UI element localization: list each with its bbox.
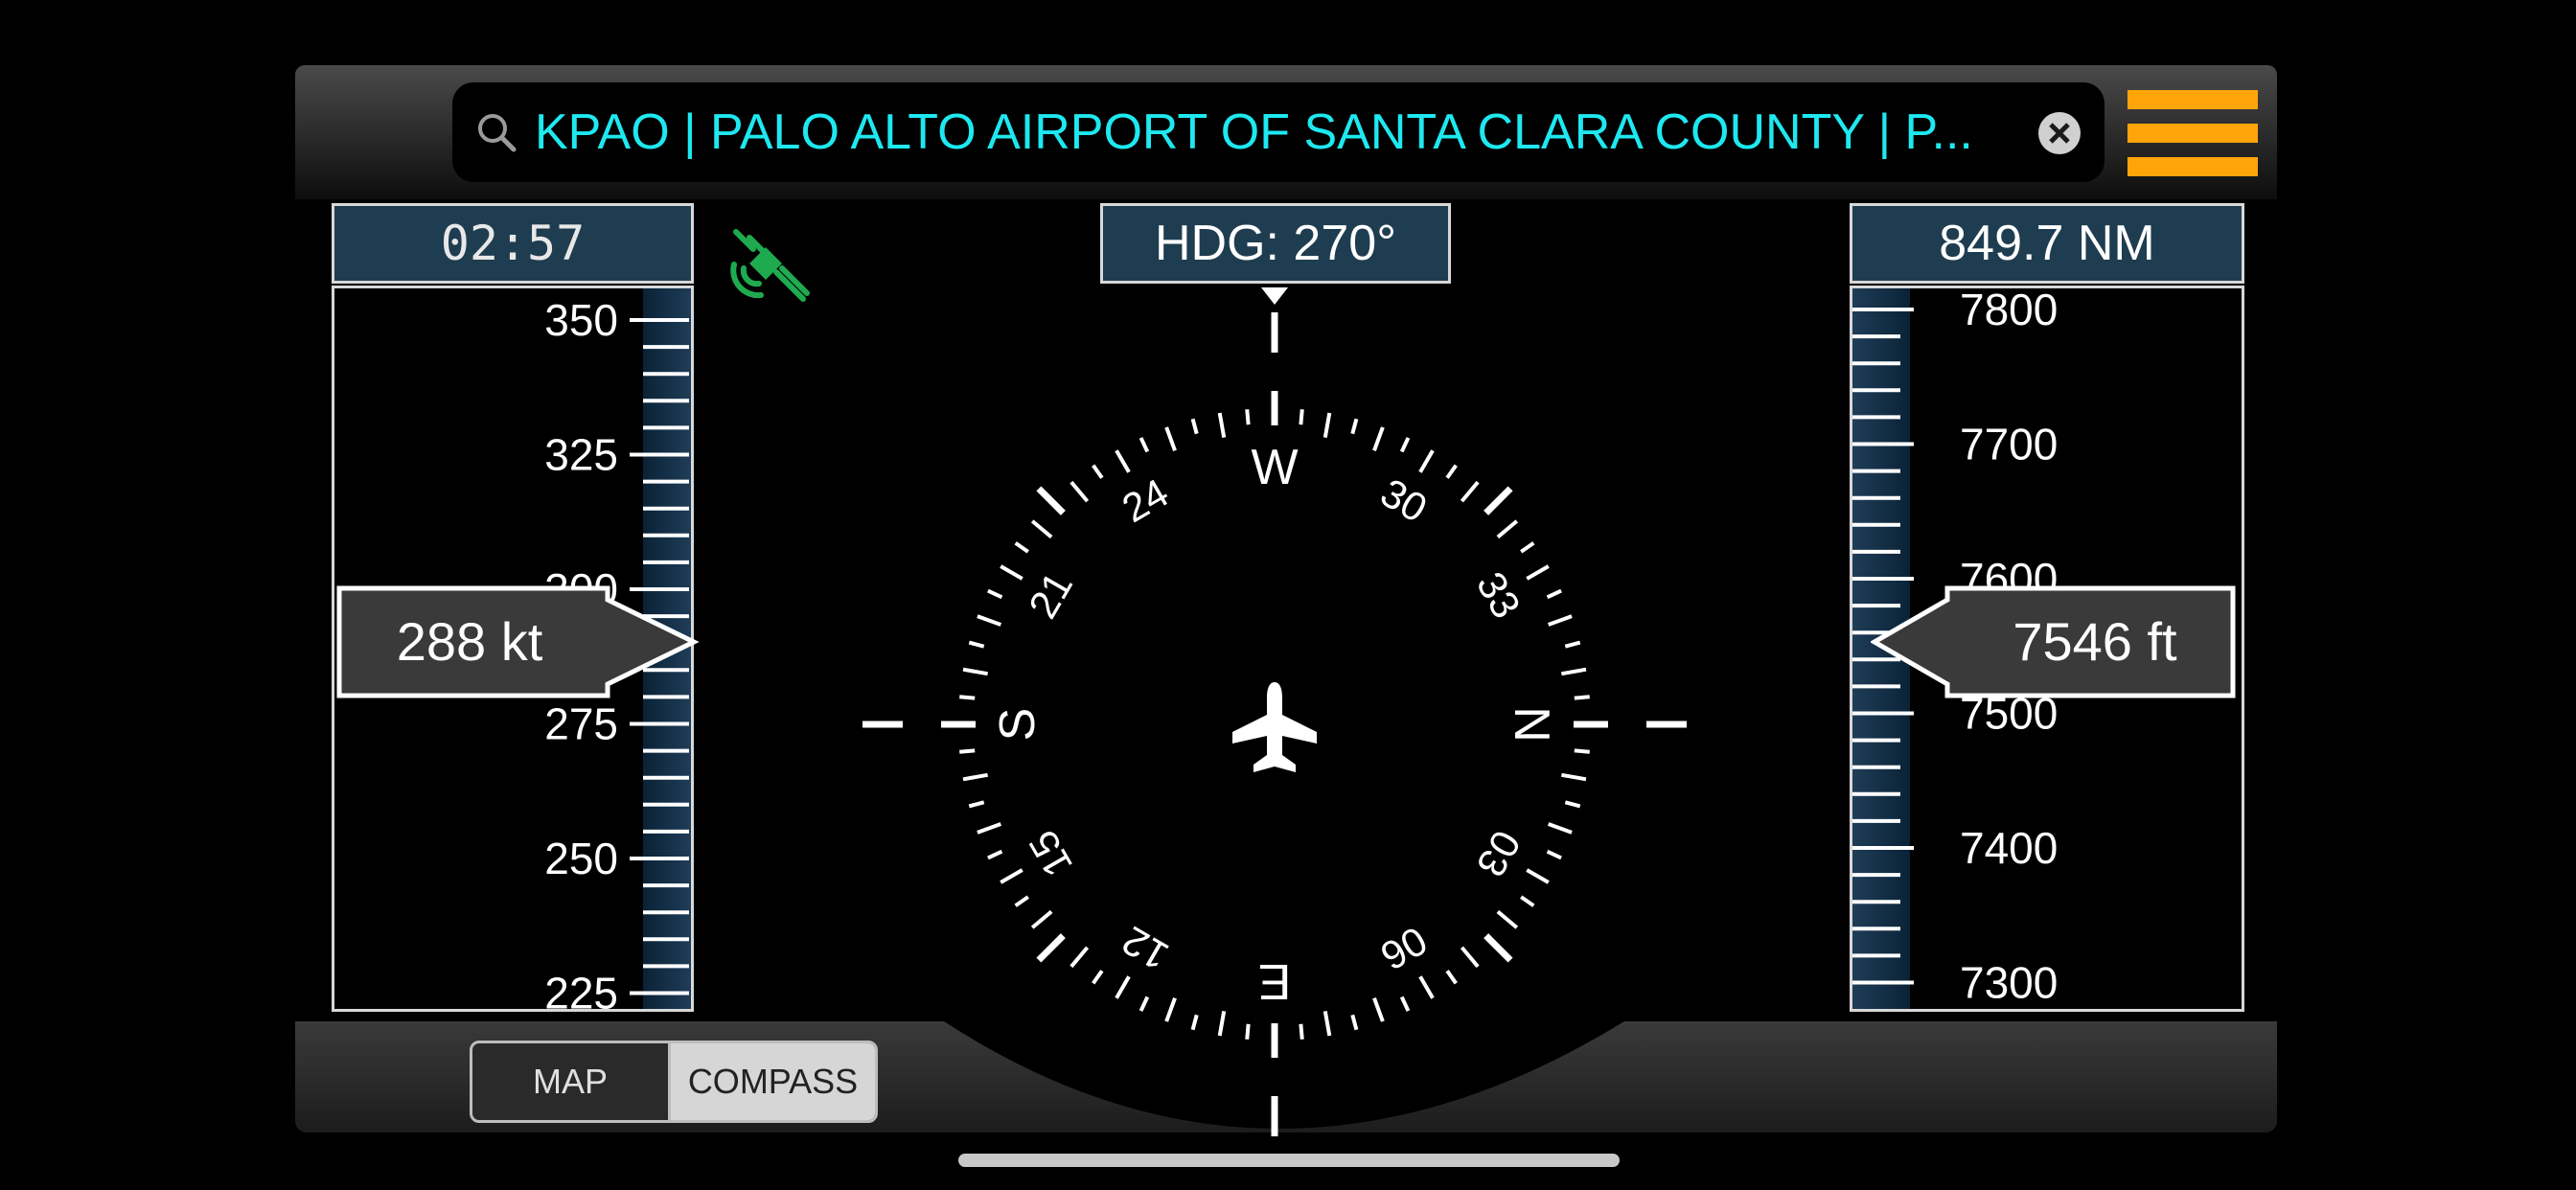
compass-tick xyxy=(1014,895,1029,907)
compass-tick xyxy=(1092,464,1104,479)
compass-label: 30 xyxy=(1373,469,1435,531)
compass-tick xyxy=(1322,412,1332,438)
altitude-tick-label: 7400 xyxy=(1960,823,2058,873)
airspeed-tick-label: 325 xyxy=(544,430,618,480)
compass-label: 24 xyxy=(1115,469,1176,531)
home-indicator[interactable] xyxy=(958,1154,1620,1167)
compass-tick xyxy=(1399,437,1411,453)
distance-display: 849.7 NM xyxy=(1850,203,2244,284)
compass-tick xyxy=(1070,946,1090,969)
compass-tick xyxy=(1561,667,1587,676)
compass-tick xyxy=(1564,800,1581,809)
compass-tick xyxy=(1445,464,1458,479)
airspeed-tick-label: 225 xyxy=(544,969,618,1010)
compass-tick xyxy=(1070,480,1090,503)
compass-tick xyxy=(1164,996,1177,1022)
compass-tick xyxy=(1014,541,1029,554)
timer-display: 02:57 xyxy=(332,203,694,284)
compass-tick xyxy=(1115,449,1131,473)
compass-tick xyxy=(1564,640,1581,649)
compass-label: 06 xyxy=(1373,918,1435,979)
compass-tick xyxy=(1399,995,1411,1012)
compass-label: S xyxy=(990,708,1046,742)
compass-tick xyxy=(1445,970,1458,985)
compass-tick xyxy=(1217,412,1227,438)
compass-tick xyxy=(1496,909,1519,929)
compass-label: E xyxy=(1258,953,1292,1009)
compass-tick xyxy=(1496,519,1519,539)
compass-label: 33 xyxy=(1468,564,1530,626)
altitude-value: 7546 ft xyxy=(2012,611,2177,672)
compass-tick xyxy=(1460,480,1480,503)
compass-tick xyxy=(1030,909,1053,929)
airplane-icon xyxy=(1232,682,1317,772)
compass-label: 03 xyxy=(1468,823,1530,884)
compass-label: W xyxy=(1251,440,1298,495)
compass-tick xyxy=(987,849,1003,860)
altitude-tick-label: 7700 xyxy=(1960,420,2058,469)
compass-tick xyxy=(1526,564,1550,581)
compass-tick xyxy=(1245,409,1251,425)
compass-tick xyxy=(1547,822,1573,835)
compass-tick xyxy=(1574,695,1590,700)
compass-tick xyxy=(987,588,1003,600)
compass-tick xyxy=(1164,426,1177,452)
compass-tick xyxy=(962,667,988,676)
compass-tick xyxy=(1190,418,1199,435)
altitude-tick-label: 7300 xyxy=(1960,958,2058,1008)
compass-tick xyxy=(1138,995,1150,1012)
compass-tick xyxy=(1546,849,1562,860)
compass-tick xyxy=(1115,975,1131,999)
compass-tick xyxy=(1350,418,1359,435)
compass-tick xyxy=(1030,519,1053,539)
altitude-tick-label: 7800 xyxy=(1960,288,2058,334)
compass-tick xyxy=(959,748,976,754)
compass-tick xyxy=(1520,541,1535,554)
compass-tick xyxy=(977,614,1002,627)
compass-tick xyxy=(1000,564,1024,581)
compass-tick xyxy=(1000,868,1024,884)
airspeed-tick-label: 350 xyxy=(544,295,618,345)
compass-tick xyxy=(1546,588,1562,600)
compass-tick xyxy=(1036,933,1066,963)
compass-tick xyxy=(1418,449,1435,473)
satellite-gps-icon xyxy=(730,229,810,302)
compass-tick xyxy=(1561,772,1587,782)
compass-tick xyxy=(1092,970,1104,985)
compass-tick xyxy=(1520,895,1535,907)
compass-tick xyxy=(1484,933,1513,963)
airspeed-value: 288 kt xyxy=(396,611,543,672)
compass-tick xyxy=(962,772,988,782)
compass-tick xyxy=(1547,614,1573,627)
compass-label: 15 xyxy=(1020,823,1081,884)
compass-label: N xyxy=(1504,706,1559,743)
compass-tick xyxy=(1460,946,1480,969)
compass-tick xyxy=(968,640,985,649)
compass-tick xyxy=(1299,1023,1304,1040)
compass-tick xyxy=(1138,437,1150,453)
compass-tick xyxy=(1574,748,1590,754)
compass-label: 21 xyxy=(1020,564,1081,626)
compass-tick xyxy=(968,800,985,809)
airspeed-tick-label: 250 xyxy=(544,834,618,883)
compass-tick xyxy=(1526,868,1550,884)
heading-display: HDG: 270° xyxy=(1100,203,1451,284)
compass-tick xyxy=(1484,486,1513,515)
compass-tick xyxy=(1245,1023,1251,1040)
compass-tick xyxy=(1299,409,1304,425)
airspeed-tick-label: 275 xyxy=(544,699,618,749)
compass-label: 12 xyxy=(1115,918,1176,979)
compass-tick xyxy=(959,695,976,700)
compass-tick xyxy=(1372,996,1385,1022)
compass-tick xyxy=(1036,486,1066,515)
compass-tick xyxy=(1372,426,1385,452)
heading-pointer xyxy=(1261,287,1288,305)
compass-tick xyxy=(977,822,1002,835)
compass-tick xyxy=(1418,975,1435,999)
